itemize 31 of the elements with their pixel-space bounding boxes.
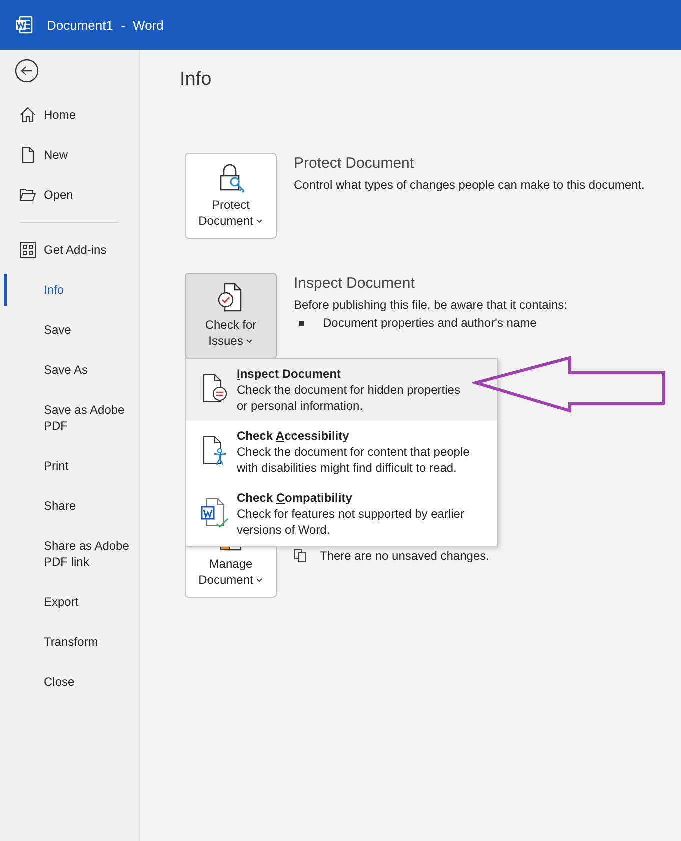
sidebar-item[interactable]: Home [0, 95, 139, 135]
section-heading: Protect Document [294, 155, 416, 173]
sidebar-item[interactable]: Transform [0, 622, 139, 662]
menu-item-title: Check Accessibility [237, 428, 350, 444]
menu-item[interactable]: Check Accessibility Check the document for content that people with disabilities might find difficult to read. [186, 421, 497, 483]
sidebar-item[interactable]: Share [0, 486, 139, 526]
section-description: Control what types of changes people can make to this document. [294, 177, 645, 193]
sidebar-item[interactable]: Save as Adobe PDF [0, 390, 139, 446]
menu-item-title: Check Compatibility [237, 490, 354, 506]
bullet-text: Document properties and author's name [323, 315, 537, 331]
sidebar-item[interactable]: Info [0, 270, 139, 310]
window-title: Document1 - Word [47, 18, 164, 32]
dropdown-button[interactable]: Check for Issues [185, 273, 277, 359]
menu-item-description: Check the document for content that people with disabilities might find difficult to read. [237, 444, 471, 476]
sidebar-item[interactable]: Save [0, 310, 139, 350]
status-text: There are no unsaved changes. [320, 548, 490, 564]
sidebar-item[interactable]: Export [0, 582, 139, 622]
dropdown-button[interactable]: Protect Document [185, 153, 277, 239]
sidebar-item[interactable]: Close [0, 662, 139, 702]
sidebar-item[interactable]: Print [0, 446, 139, 486]
menu-item-description: Check the document for hidden properties or personal information. [237, 382, 462, 414]
sidebar-item[interactable]: Open [0, 175, 139, 215]
sidebar-item[interactable]: New [0, 135, 139, 175]
sidebar-item[interactable]: Save As [0, 350, 139, 390]
section-description: Before publishing this file, be aware that it contains: [294, 297, 568, 313]
page-title: Info [180, 68, 213, 92]
sidebar-item[interactable]: Get Add-ins [0, 230, 139, 270]
menu-item[interactable]: Inspect Document Check the document for hidden properties or personal information. [186, 359, 497, 421]
sidebar-item[interactable]: Share as Adobe PDF link [0, 526, 139, 582]
menu-item-title: Inspect Document [237, 366, 342, 382]
section-heading: Inspect Document [294, 275, 416, 293]
